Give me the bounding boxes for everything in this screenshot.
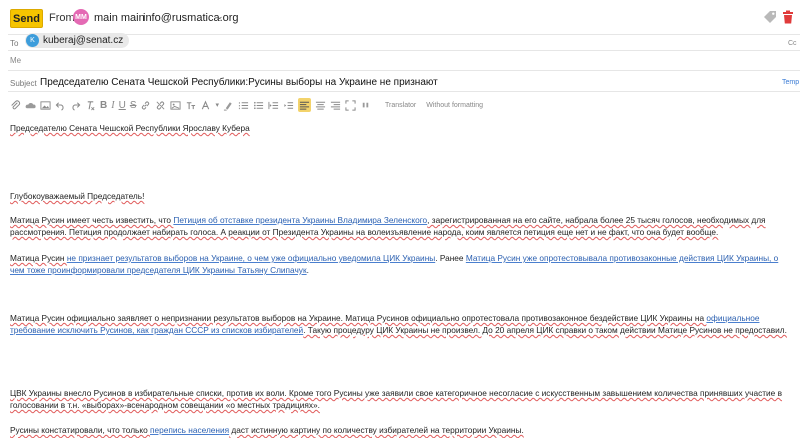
to-label: To (10, 39, 19, 48)
body-text: . Такую процедуру ЦИК Украины не произве… (303, 325, 787, 335)
recipient-email: kuberaj@senat.cz (43, 35, 124, 46)
divider (8, 70, 800, 71)
font-color-icon[interactable] (200, 98, 211, 112)
sender-email[interactable]: info@rusmatica.org (143, 12, 239, 24)
indent-icon[interactable] (283, 98, 294, 112)
recipient-chip[interactable]: K kuberaj@senat.cz (25, 33, 130, 48)
body-text: Русины констатировали, что только (10, 425, 151, 435)
italic-button[interactable]: I (111, 98, 114, 112)
chevron-down-icon[interactable]: ⌄ (216, 11, 224, 22)
align-right-icon[interactable] (330, 98, 341, 112)
image-icon[interactable] (40, 98, 51, 112)
clear-format-icon[interactable] (85, 98, 96, 112)
body-text: . Ранее (435, 253, 466, 263)
highlight-icon[interactable] (223, 98, 234, 112)
bullet-list-icon[interactable] (253, 98, 264, 112)
subject-input[interactable]: Председателю Сената Чешской Республики:Р… (40, 77, 438, 88)
census-link[interactable]: перепись населения (150, 425, 229, 435)
body-paragraph: Матица Русин официально заявляет о непри… (10, 312, 795, 336)
align-center-icon[interactable] (315, 98, 326, 112)
insert-image-icon[interactable] (170, 98, 182, 112)
body-text: Матица Русин официально заявляет о непри… (10, 313, 707, 323)
align-left-icon[interactable] (298, 98, 311, 112)
body-paragraph: Матица Русин не признает результатов выб… (10, 252, 795, 276)
body-text: Матица Русин (10, 253, 67, 263)
undo-icon[interactable] (55, 98, 66, 112)
bold-button[interactable]: B (100, 98, 107, 112)
font-size-icon[interactable] (185, 98, 196, 112)
subject-label: Subject (10, 79, 37, 88)
recipient-avatar: K (26, 34, 39, 47)
sender-name[interactable]: main main (94, 12, 145, 24)
strikethrough-button[interactable]: S (130, 98, 137, 112)
formatting-toolbar: B I U S ▾ Translator Without formatting (10, 98, 491, 112)
translator-button[interactable]: Translator (385, 102, 416, 109)
body-paragraph: Матица Русин имеет честь известить, что … (10, 214, 795, 238)
cc-link[interactable]: Cc (788, 40, 797, 47)
outdent-icon[interactable] (268, 98, 279, 112)
body-text: . (306, 265, 309, 275)
sender-avatar: MM (73, 9, 89, 25)
underline-button[interactable]: U (119, 98, 126, 112)
body-paragraph: Председателю Сената Чешской Республики Я… (10, 123, 250, 133)
tag-icon[interactable] (763, 10, 777, 24)
body-text: даст истинную картину по количеству изби… (229, 425, 524, 435)
compose-header: Send From: MM main main info@rusmatica.o… (0, 0, 800, 34)
body-text: Матица Русин имеет честь известить, что (10, 215, 174, 225)
fullscreen-icon[interactable] (345, 98, 356, 112)
divider (8, 50, 800, 51)
link-icon[interactable] (140, 98, 151, 112)
chevron-down-icon[interactable]: ▾ (215, 98, 219, 112)
unlink-icon[interactable] (155, 98, 166, 112)
body-paragraph: ЦВК Украины внесло Русинов в избирательн… (10, 388, 783, 410)
templates-link[interactable]: Temp (782, 79, 799, 86)
trash-icon[interactable] (782, 10, 794, 24)
body-paragraph: Русины констатировали, что только перепи… (10, 424, 795, 436)
numbered-list-icon[interactable] (238, 98, 249, 112)
me-label: Me (10, 56, 22, 65)
without-formatting-button[interactable]: Without formatting (426, 102, 483, 109)
cloud-icon[interactable] (25, 98, 36, 112)
send-button[interactable]: Send (10, 9, 43, 28)
quote-icon[interactable] (360, 98, 371, 112)
redo-icon[interactable] (70, 98, 81, 112)
petition-link[interactable]: Петиция об отставке президента Украины В… (173, 215, 427, 225)
attach-icon[interactable] (10, 98, 21, 112)
body-paragraph: Глубокоуважаемый Председатель! (10, 191, 145, 201)
divider (8, 91, 800, 92)
election-link[interactable]: не признает результатов выборов на Украи… (67, 253, 435, 263)
